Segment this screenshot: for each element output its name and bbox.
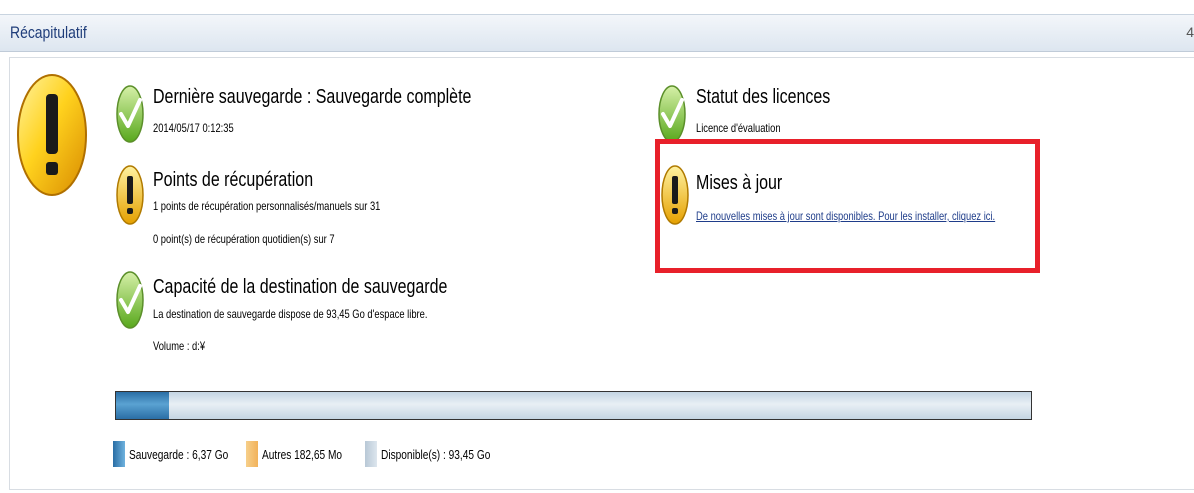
- recovery-points-title: Points de récupération: [153, 169, 314, 191]
- panel-title: Récapitulatif: [10, 23, 87, 42]
- updates-title: Mises à jour: [696, 172, 783, 194]
- last-backup-timestamp: 2014/05/17 0:12:35: [153, 121, 234, 135]
- collapse-icon[interactable]: 4: [1186, 24, 1194, 40]
- legend-available-label: Disponible(s) : 93,45 Go: [381, 447, 491, 462]
- summary-panel-header[interactable]: Récapitulatif 4: [0, 14, 1194, 52]
- capacity-backup-fill: [116, 392, 170, 419]
- updates-highlight-box: [655, 139, 1040, 273]
- last-backup-check-icon: [116, 85, 144, 143]
- license-status-check-icon: [658, 85, 686, 143]
- recovery-points-daily: 0 point(s) de récupération quotidien(s) …: [153, 232, 335, 246]
- overall-warning-icon: [17, 74, 87, 196]
- destination-volume: Volume : d:¥: [153, 339, 206, 353]
- license-status-title: Statut des licences: [696, 86, 831, 108]
- legend-backup-label: Sauvegarde : 6,37 Go: [129, 447, 229, 462]
- install-updates-link[interactable]: De nouvelles mises à jour sont disponibl…: [696, 209, 995, 223]
- last-backup-title: Dernière sauvegarde : Sauvegarde complèt…: [153, 86, 472, 108]
- recovery-points-warning-icon: [116, 165, 144, 225]
- recovery-points-custom: 1 points de récupération personnalisés/m…: [153, 199, 381, 213]
- license-status-detail: Licence d'évaluation: [696, 121, 781, 135]
- destination-capacity-title: Capacité de la destination de sauvegarde: [153, 276, 448, 298]
- legend-available-swatch: [365, 441, 377, 467]
- legend-backup-swatch: [113, 441, 125, 467]
- updates-warning-icon: [661, 165, 689, 225]
- capacity-bar: [115, 391, 1032, 420]
- destination-free-space: La destination de sauvegarde dispose de …: [153, 307, 428, 321]
- legend-other-swatch: [246, 441, 258, 467]
- legend-other-label: Autres 182,65 Mo: [262, 447, 343, 462]
- destination-capacity-check-icon: [116, 271, 144, 329]
